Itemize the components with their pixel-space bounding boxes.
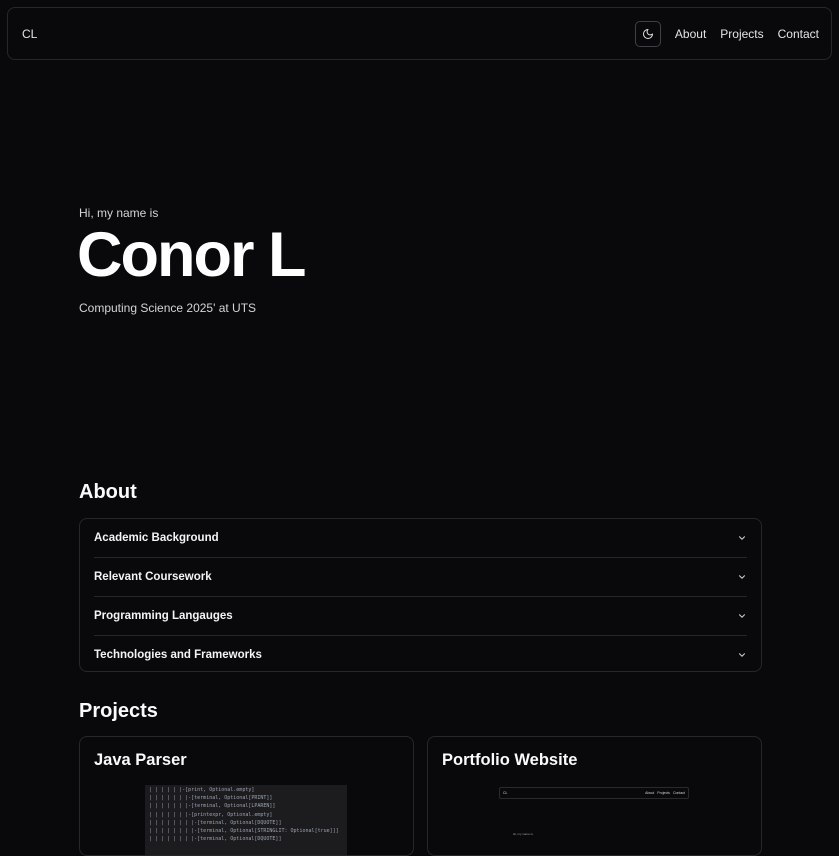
project-card-title: Java Parser [94,751,187,769]
chevron-down-icon [738,653,746,657]
hero-name: Conor L [77,220,306,290]
accordion-item-technologies-frameworks[interactable]: Technologies and Frameworks [94,636,747,674]
project-preview-image: CL About Projects Contact Hi, my name is [497,785,693,855]
nav-link-projects[interactable]: Projects [720,27,763,41]
preview-code-line: | | | | | | |-[terminal, Optional[LPAREN… [149,803,276,810]
nav-links: About Projects Contact [634,20,819,47]
moon-icon [642,28,653,39]
accordion-item-label: Technologies and Frameworks [94,649,262,661]
brand-logo[interactable]: CL [22,27,37,41]
project-card-title: Portfolio Website [442,751,578,769]
hero-intro: Hi, my name is [79,206,159,220]
about-heading: About [79,481,137,503]
theme-toggle-button[interactable] [634,20,661,47]
preview-code-line: | | | | | | |-[terminal, Optional[PRINT]… [149,795,273,802]
preview-code-line: | | | | | | |-[printexpr, Optional.empty… [149,811,273,818]
hero-section: Hi, my name is Conor L Computing Science… [77,206,306,315]
chevron-down-icon [738,614,746,618]
accordion-item-label: Academic Background [94,532,219,544]
preview-code-line: | | | | | |-[print, Optional.empty] [149,787,255,793]
navbar: CL About Projects Contact [7,7,832,60]
project-card-java-parser[interactable]: Java Parser | | | | | |-[print, Optional… [79,736,414,856]
preview-code-line: | | | | | | | |-[terminal, Optional[STRI… [149,828,339,835]
nav-link-about[interactable]: About [675,27,706,41]
preview-code-line: | | | | | | | |-[terminal, Optional[DQUO… [149,836,282,843]
preview-navbar: CL About Projects Contact [499,787,689,799]
chevron-down-icon [738,575,746,579]
about-accordion: Academic Background Relevant Coursework … [79,518,762,672]
preview-link: About [645,791,655,795]
preview-intro: Hi, my name is [513,832,533,836]
chevron-down-icon [738,536,746,540]
accordion-item-label: Programming Langauges [94,610,233,622]
preview-link: Projects [657,791,670,795]
accordion-item-academic-background[interactable]: Academic Background [94,519,747,558]
accordion-item-label: Relevant Coursework [94,571,212,583]
preview-links: About Projects Contact [645,791,685,795]
accordion-item-relevant-coursework[interactable]: Relevant Coursework [94,558,747,597]
accordion-item-programming-languages[interactable]: Programming Langauges [94,597,747,636]
preview-brand: CL [503,791,508,795]
nav-link-contact[interactable]: Contact [778,27,819,41]
preview-code-line: | | | | | | | |-[terminal, Optional[DQUO… [149,819,282,826]
preview-link: Contact [672,791,685,795]
project-card-portfolio-website[interactable]: Portfolio Website CL About Projects Cont… [427,736,762,856]
project-preview-image: | | | | | |-[print, Optional.empty] | | |… [145,785,347,855]
hero-subtitle: Computing Science 2025' at UTS [79,301,257,315]
projects-heading: Projects [79,700,158,722]
